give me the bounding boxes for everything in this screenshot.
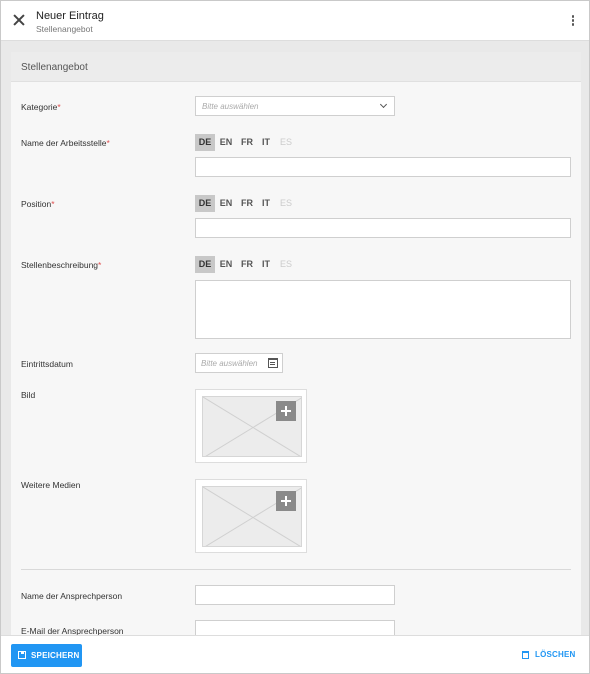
more-vertical-icon[interactable] — [571, 15, 575, 27]
lang-tab-de[interactable]: DE — [195, 256, 215, 273]
kategorie-select[interactable]: Bitte auswählen — [195, 96, 395, 116]
trash-icon — [522, 651, 529, 659]
medien-upload[interactable] — [195, 479, 307, 553]
panel-header: Stellenangebot — [11, 52, 581, 82]
medien-label: Weitere Medien — [21, 480, 81, 490]
required-marker: * — [98, 260, 102, 270]
page-title: Neuer Eintrag — [36, 10, 104, 22]
lang-tab-en[interactable]: EN — [216, 195, 236, 212]
lang-tab-it[interactable]: IT — [258, 134, 274, 151]
arbeitsstelle-input[interactable] — [195, 157, 571, 177]
save-label: SPEICHERN — [31, 651, 80, 660]
panel-title: Stellenangebot — [21, 62, 88, 73]
plus-icon[interactable] — [276, 401, 296, 421]
page-subtitle: Stellenangebot — [36, 24, 93, 34]
lang-tab-es[interactable]: ES — [276, 195, 296, 212]
lang-tab-en[interactable]: EN — [216, 134, 236, 151]
lang-tab-fr[interactable]: FR — [237, 256, 257, 273]
bild-label: Bild — [21, 390, 36, 400]
ansprechperson-label: Name der Ansprechperson — [21, 591, 123, 601]
chevron-down-icon — [379, 100, 388, 109]
lang-tab-es[interactable]: ES — [276, 256, 296, 273]
position-input[interactable] — [195, 218, 571, 238]
ansprechperson-input[interactable] — [195, 585, 395, 605]
delete-label: LÖSCHEN — [535, 650, 576, 659]
beschreibung-textarea[interactable] — [195, 280, 571, 339]
eintrittsdatum-placeholder: Bitte auswählen — [201, 359, 258, 368]
bild-upload[interactable] — [195, 389, 307, 463]
beschreibung-label: Stellenbeschreibung* — [21, 260, 102, 270]
required-marker: * — [57, 102, 61, 112]
section-divider — [21, 569, 571, 570]
app-frame: Neuer Eintrag Stellenangebot Stellenange… — [0, 0, 590, 674]
eintrittsdatum-label: Eintrittsdatum — [21, 359, 73, 369]
eintrittsdatum-picker[interactable]: Bitte auswählen — [195, 353, 283, 373]
top-bar: Neuer Eintrag Stellenangebot — [1, 1, 589, 41]
form-panel: Stellenangebot Kategorie* Bitte auswähle… — [11, 52, 581, 637]
lang-tab-en[interactable]: EN — [216, 256, 236, 273]
lang-tab-de[interactable]: DE — [195, 134, 215, 151]
required-marker: * — [51, 199, 55, 209]
lang-tab-it[interactable]: IT — [258, 256, 274, 273]
bottom-bar: SPEICHERN LÖSCHEN — [1, 635, 589, 673]
plus-icon[interactable] — [276, 491, 296, 511]
close-icon[interactable] — [13, 14, 25, 26]
calendar-icon[interactable] — [268, 358, 278, 368]
lang-tab-fr[interactable]: FR — [237, 134, 257, 151]
kategorie-placeholder: Bitte auswählen — [202, 102, 259, 111]
save-icon — [18, 651, 26, 659]
lang-tab-it[interactable]: IT — [258, 195, 274, 212]
position-label: Position* — [21, 199, 55, 209]
lang-tab-de[interactable]: DE — [195, 195, 215, 212]
lang-tab-fr[interactable]: FR — [237, 195, 257, 212]
save-button[interactable]: SPEICHERN — [11, 644, 82, 667]
kategorie-label: Kategorie* — [21, 102, 61, 112]
required-marker: * — [106, 138, 110, 148]
arbeitsstelle-label: Name der Arbeitsstelle* — [21, 138, 110, 148]
lang-tab-es[interactable]: ES — [276, 134, 296, 151]
